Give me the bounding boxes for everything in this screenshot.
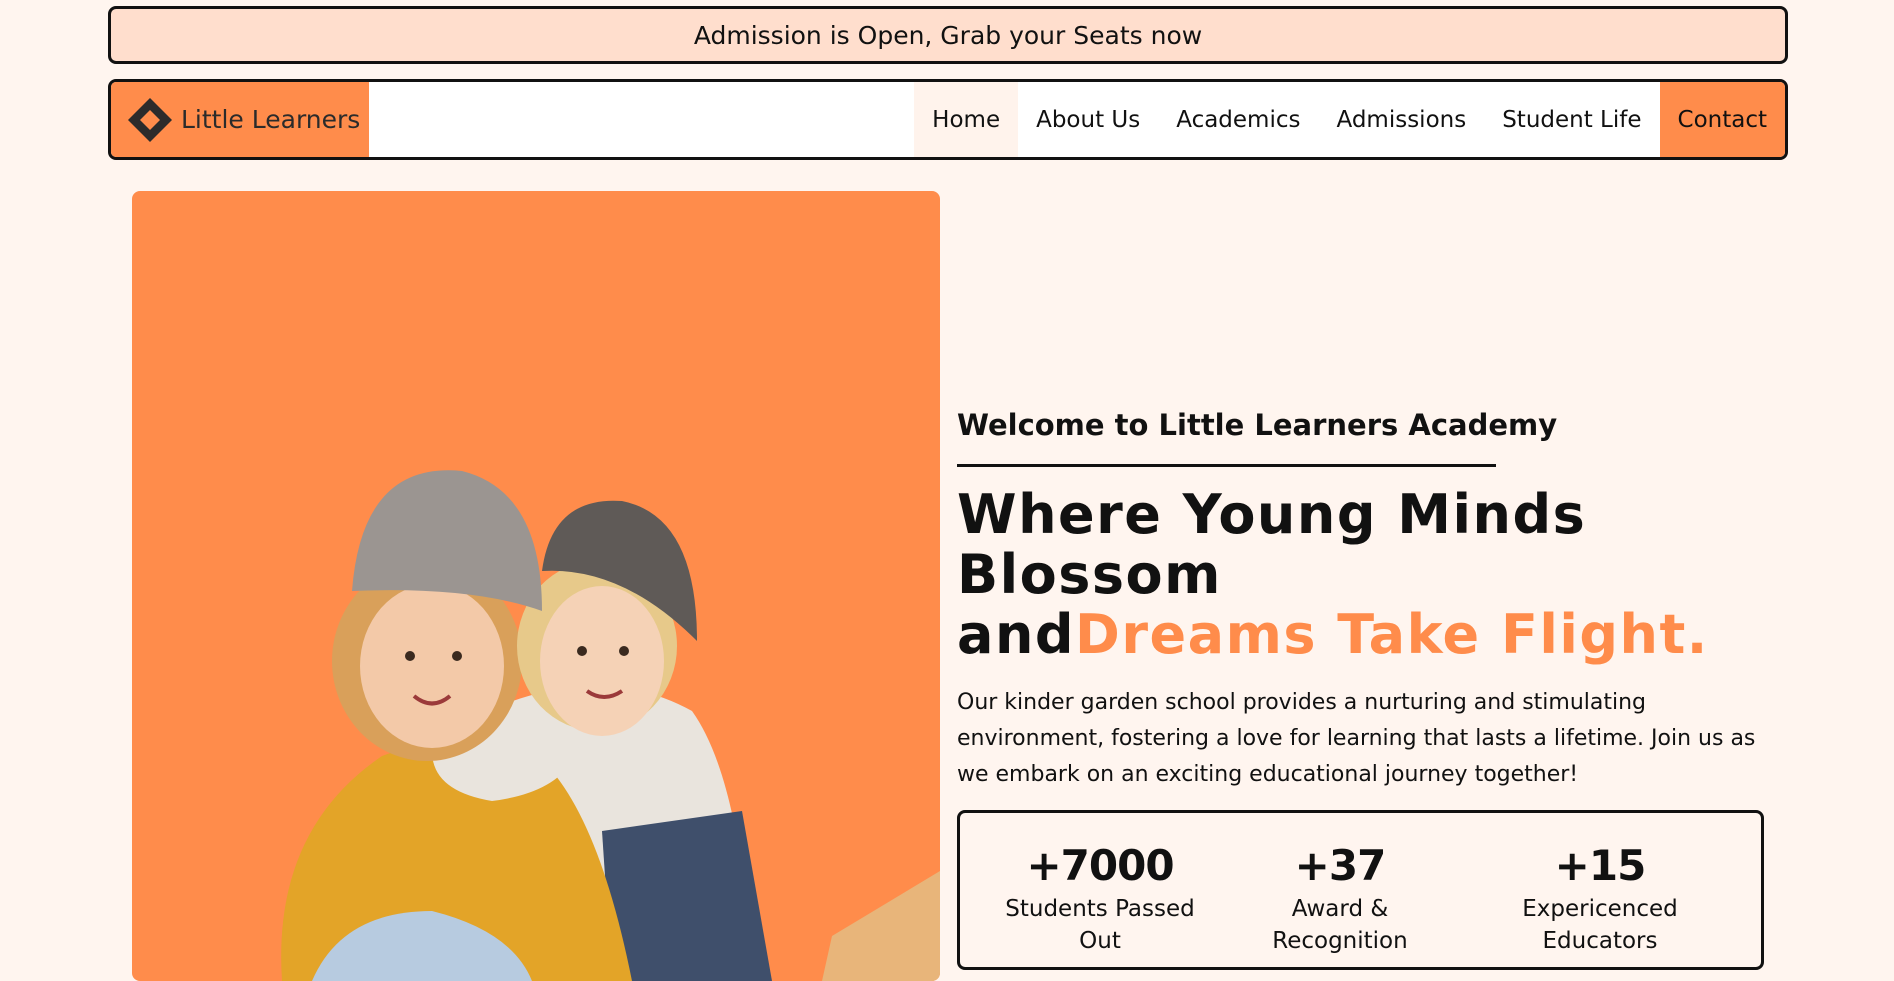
stat-educators: +15 Expericenced Educators [1500, 841, 1700, 957]
nav-student-life[interactable]: Student Life [1484, 82, 1659, 157]
stat-students: +7000 Students Passed Out [1000, 841, 1200, 957]
stat-value: +15 [1554, 841, 1647, 890]
welcome-heading: Welcome to Little Learners Academy [957, 408, 1558, 442]
diamond-logo-icon [128, 97, 172, 142]
stat-value: +37 [1294, 841, 1387, 890]
nav-about-us[interactable]: About Us [1018, 82, 1158, 157]
headline-line-3-accent: Dreams Take Flight. [1075, 603, 1709, 666]
stat-label: Award & Recognition [1272, 896, 1408, 954]
headline-line-3-plain: and [957, 603, 1076, 666]
stats-panel: +7000 Students Passed Out +37 Award & Re… [957, 810, 1764, 970]
hero-image [132, 191, 940, 981]
announcement-banner: Admission is Open, Grab your Seats now [108, 6, 1788, 64]
stat-label: Students Passed Out [1005, 896, 1195, 954]
nav-home[interactable]: Home [914, 82, 1019, 157]
announcement-text: Admission is Open, Grab your Seats now [693, 20, 1203, 50]
stat-label: Expericenced Educators [1522, 896, 1678, 954]
stat-awards: +37 Award & Recognition [1240, 841, 1440, 957]
headline-line-2: Blossom [957, 543, 1222, 606]
nav-admissions[interactable]: Admissions [1318, 82, 1484, 157]
brand-name: Little Learners [181, 105, 361, 134]
heading-divider [957, 464, 1496, 467]
navbar: Little Learners Home About Us Academics … [108, 79, 1788, 160]
stat-value: +7000 [1026, 841, 1174, 890]
hero-headline: Where Young Minds Blossom andDreams Take… [957, 485, 1717, 665]
nav-contact[interactable]: Contact [1659, 82, 1785, 157]
nav-academics[interactable]: Academics [1158, 82, 1318, 157]
headline-line-1: Where Young Minds [957, 483, 1587, 546]
children-photo [281, 470, 940, 981]
brand-logo[interactable]: Little Learners [111, 82, 369, 157]
hero-description: Our kinder garden school provides a nurt… [957, 690, 1756, 787]
